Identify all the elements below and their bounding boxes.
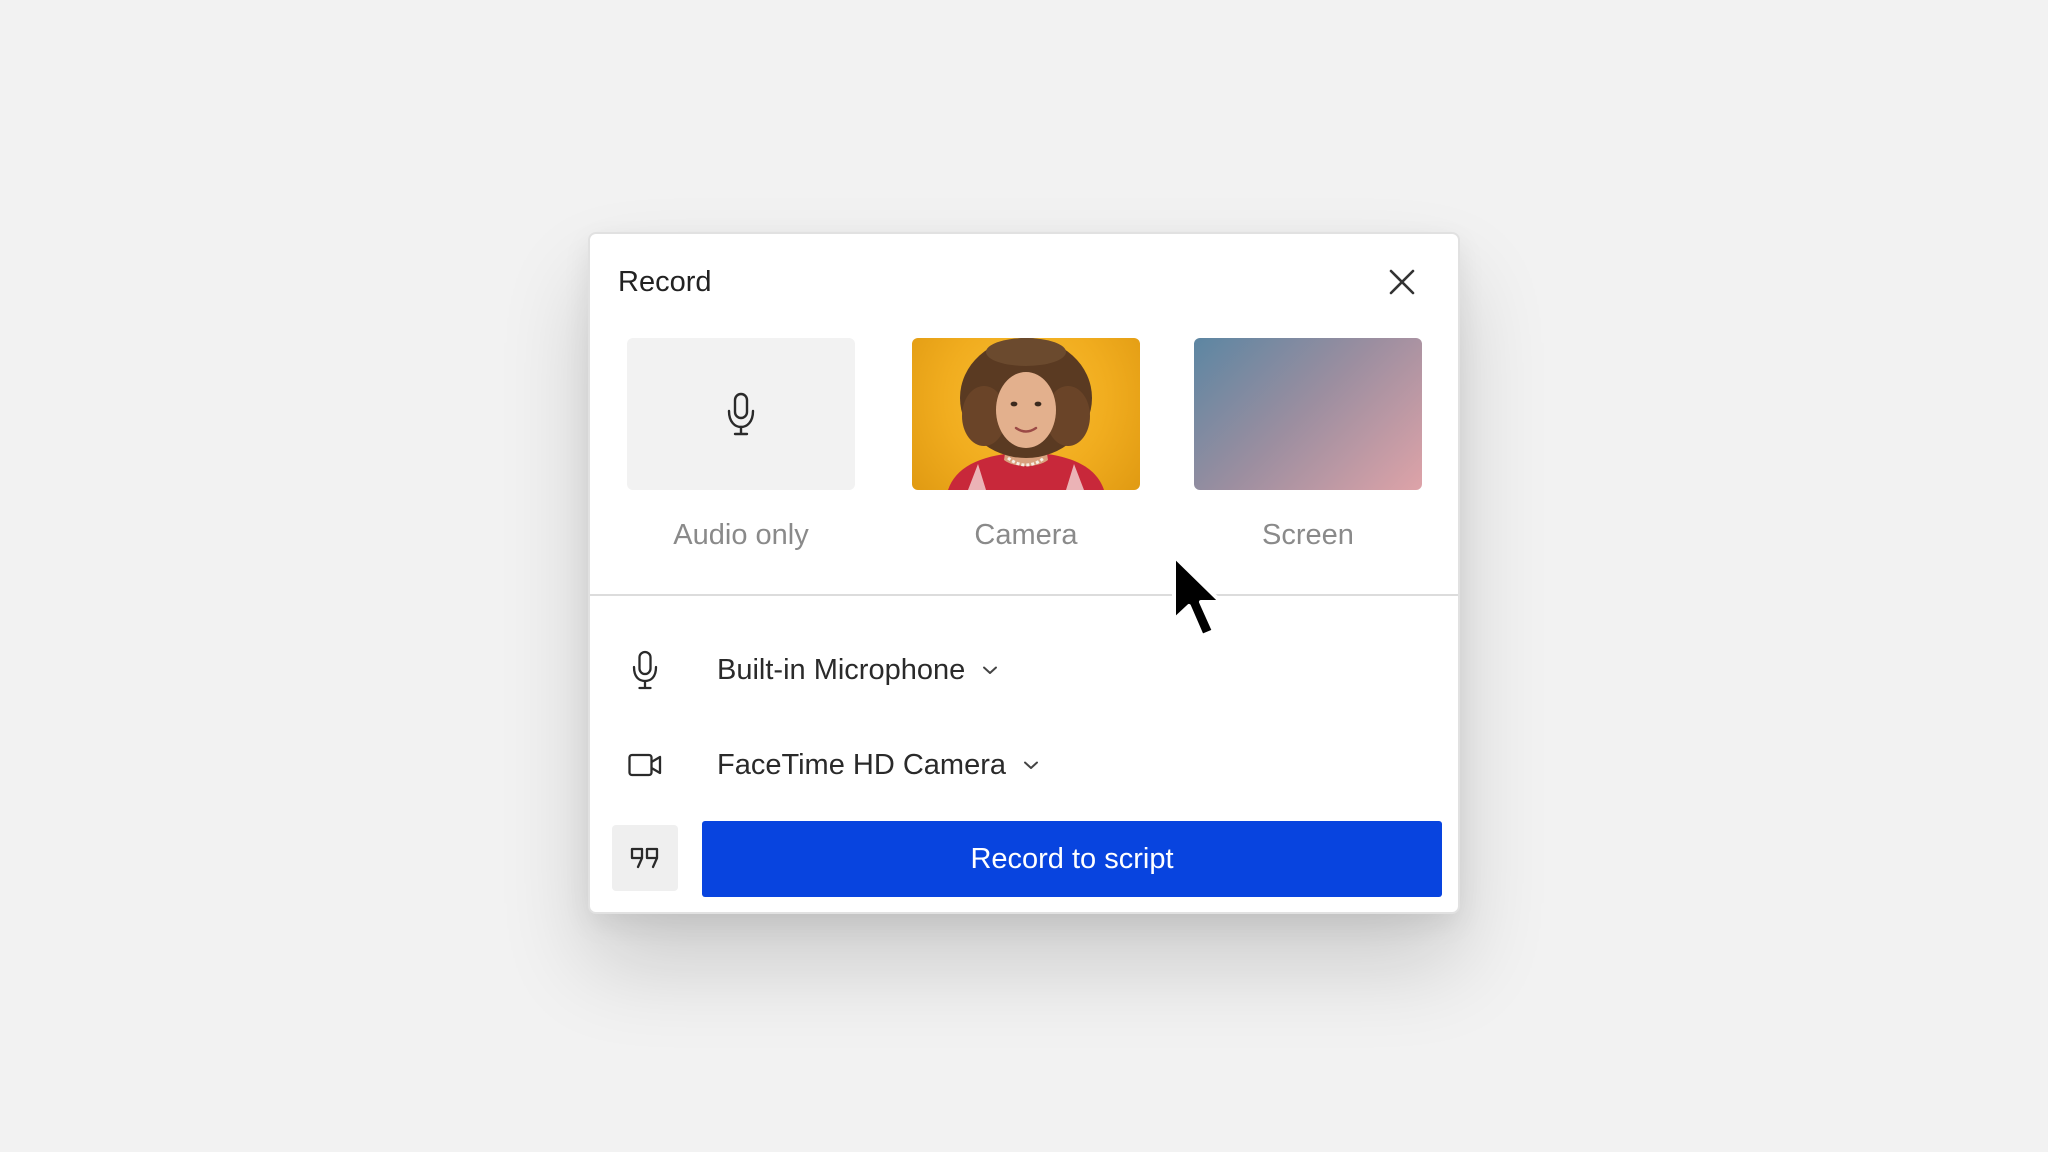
record-dialog: Record Audio only Camera Screen Built-in…: [588, 232, 1460, 914]
chevron-down-icon: [1022, 759, 1040, 771]
option-audio-only[interactable]: Audio only: [627, 338, 855, 550]
option-screen[interactable]: Screen: [1194, 338, 1422, 550]
option-label: Audio only: [673, 519, 809, 551]
audio-only-thumbnail: [627, 338, 855, 490]
close-icon: [1389, 269, 1415, 295]
section-divider: [590, 594, 1458, 596]
microphone-row: Built-in Microphone: [628, 650, 999, 690]
microphone-select[interactable]: Built-in Microphone: [717, 653, 999, 686]
camera-name: FaceTime HD Camera: [717, 748, 1006, 781]
video-camera-icon: [628, 745, 662, 785]
microphone-icon: [727, 392, 755, 436]
mouse-cursor-icon: [1172, 554, 1234, 644]
camera-select[interactable]: FaceTime HD Camera: [717, 748, 1040, 781]
chevron-down-icon: [981, 664, 999, 676]
microphone-icon: [628, 650, 662, 690]
quote-icon: [630, 847, 659, 869]
option-camera[interactable]: Camera: [912, 338, 1140, 550]
camera-preview: [912, 338, 1140, 490]
dialog-title: Record: [618, 266, 712, 298]
record-to-script-button[interactable]: Record to script: [702, 821, 1442, 897]
microphone-name: Built-in Microphone: [717, 653, 966, 686]
script-button[interactable]: [612, 825, 678, 891]
person-portrait: [948, 338, 1104, 490]
close-button[interactable]: [1386, 266, 1418, 298]
option-label: Camera: [974, 519, 1078, 551]
camera-row: FaceTime HD Camera: [628, 745, 1040, 785]
option-label: Screen: [1262, 519, 1354, 551]
screen-preview: [1194, 338, 1422, 490]
